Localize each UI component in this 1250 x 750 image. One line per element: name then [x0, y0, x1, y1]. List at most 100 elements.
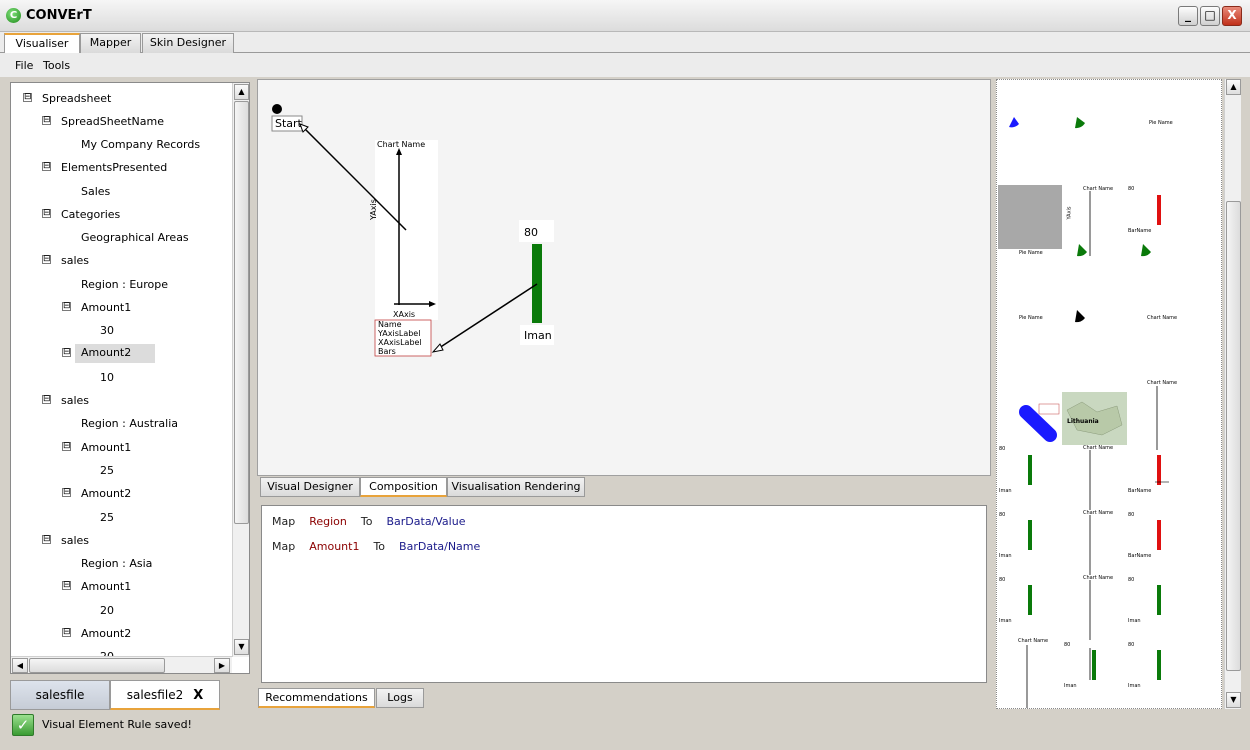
collapse-icon[interactable]: ⊟ — [62, 302, 71, 311]
menu-tools[interactable]: Tools — [43, 59, 70, 72]
menu-file[interactable]: File — [15, 59, 33, 72]
preview-vertical-scrollbar[interactable]: ▲ ▼ — [1224, 79, 1241, 709]
scrollbar-thumb[interactable] — [234, 101, 249, 524]
tree-node[interactable]: ⊟ sales — [42, 251, 222, 271]
tree-node[interactable]: ⊟ Amount2 — [62, 484, 232, 504]
visual-canvas[interactable]: Start Chart Name YAxis XAxis Name YAxisL… — [257, 79, 991, 476]
minimize-button[interactable]: _ — [1178, 6, 1198, 26]
scroll-down-icon[interactable]: ▼ — [234, 639, 249, 655]
bar-thumb[interactable] — [1157, 455, 1161, 485]
chart-template-background[interactable] — [375, 140, 438, 320]
tab-mapper[interactable]: Mapper — [80, 33, 141, 53]
collapse-icon[interactable]: ⊟ — [62, 488, 71, 497]
file-tab-salesfile2[interactable]: salesfile2 X — [110, 680, 220, 710]
tree-node[interactable]: ⊟ ElementsPresented — [42, 158, 222, 178]
pie-thumb[interactable] — [1075, 310, 1085, 323]
tree-horizontal-scrollbar[interactable]: ◀ ▶ — [11, 656, 232, 673]
collapse-icon[interactable]: ⊟ — [42, 255, 51, 264]
pie-thumb[interactable] — [1141, 244, 1151, 257]
tab-logs[interactable]: Logs — [376, 688, 424, 708]
tree-node[interactable]: 25 — [81, 461, 231, 481]
tree-node[interactable]: ⊟ SpreadSheetName — [42, 112, 222, 132]
tab-visualiser[interactable]: Visualiser — [4, 33, 80, 54]
scroll-down-icon[interactable]: ▼ — [1226, 692, 1241, 708]
bar-thumb[interactable] — [1157, 520, 1161, 550]
bar-thumb[interactable] — [1028, 520, 1032, 550]
tree-node[interactable]: Region : Europe — [62, 275, 232, 295]
tree-node[interactable]: Geographical Areas — [62, 228, 232, 248]
scroll-left-icon[interactable]: ◀ — [12, 658, 28, 673]
tree-node[interactable]: 30 — [81, 321, 231, 341]
mapping-rule[interactable]: Map Amount1 To BarData/Name — [272, 540, 494, 553]
tree-node[interactable]: ⊟ Categories — [42, 205, 222, 225]
tree-node[interactable]: ⊟ sales — [42, 531, 222, 551]
pie-thumb[interactable] — [1009, 117, 1019, 128]
rule-keyword-map: Map — [272, 540, 296, 553]
chart-prop-name: Name — [378, 320, 402, 329]
scroll-up-icon[interactable]: ▲ — [1226, 79, 1241, 95]
close-button[interactable]: X — [1222, 6, 1242, 26]
collapse-icon[interactable]: ⊟ — [42, 209, 51, 218]
close-tab-icon[interactable]: X — [193, 688, 203, 703]
tree-node[interactable]: 20 — [81, 647, 231, 656]
bar-thumb[interactable] — [1028, 585, 1032, 615]
tree-node[interactable]: 10 — [81, 368, 231, 388]
tree-node-selected[interactable]: ⊟ Amount2 — [62, 344, 232, 364]
collapse-icon[interactable]: ⊟ — [62, 581, 71, 590]
scrollbar-thumb[interactable] — [29, 658, 165, 673]
tab-skin-designer[interactable]: Skin Designer — [142, 33, 234, 53]
tab-visualisation-rendering[interactable]: Visualisation Rendering — [447, 477, 585, 497]
bar-thumb[interactable] — [1157, 650, 1161, 680]
bar-rect[interactable] — [532, 244, 542, 323]
tree-node[interactable]: 20 — [81, 601, 231, 621]
collapse-icon[interactable]: ⊟ — [23, 93, 32, 102]
tab-recommendations[interactable]: Recommendations — [258, 688, 375, 708]
tree-node[interactable]: ⊟ Amount1 — [62, 577, 232, 597]
tree-node[interactable]: 25 — [81, 508, 231, 528]
collapse-icon[interactable]: ⊟ — [42, 395, 51, 404]
collapse-icon[interactable]: ⊟ — [62, 348, 71, 357]
tree-node-label: Amount1 — [81, 301, 132, 314]
mapping-rule[interactable]: Map Region To BarData/Value — [272, 515, 479, 528]
tab-visual-designer[interactable]: Visual Designer — [260, 477, 360, 497]
collapse-icon[interactable]: ⊟ — [42, 116, 51, 125]
rule-target[interactable]: BarData/Value — [386, 515, 465, 528]
rule-source[interactable]: Region — [309, 515, 347, 528]
scroll-right-icon[interactable]: ▶ — [214, 658, 230, 673]
thumb-iman: Iman — [999, 618, 1012, 624]
recommendations-preview-panel[interactable]: Pie Name Chart Name 80 BarName Pie Name … — [996, 79, 1222, 709]
bar-thumb[interactable] — [1157, 195, 1161, 225]
collapse-icon[interactable]: ⊟ — [62, 442, 71, 451]
rule-target[interactable]: BarData/Name — [399, 540, 480, 553]
tree-node[interactable]: My Company Records — [62, 135, 232, 155]
pie-thumb[interactable] — [1019, 405, 1057, 442]
tab-composition[interactable]: Composition — [360, 477, 447, 497]
bar-thumb[interactable] — [1092, 650, 1096, 680]
tree-node[interactable]: ⊟ Amount1 — [62, 298, 232, 318]
tree-node[interactable]: ⊟ Amount1 — [62, 438, 232, 458]
file-tab-salesfile[interactable]: salesfile — [10, 680, 110, 710]
collapse-icon[interactable]: ⊟ — [62, 628, 71, 637]
rule-source[interactable]: Amount1 — [309, 540, 359, 553]
tree-node[interactable]: Region : Asia — [62, 554, 232, 574]
image-thumb[interactable] — [998, 185, 1062, 249]
pie-thumb[interactable] — [1077, 244, 1087, 257]
tree-node[interactable]: ⊟ Spreadsheet — [23, 89, 223, 109]
maximize-button[interactable]: □ — [1200, 6, 1220, 26]
tree-node-label: Amount1 — [81, 580, 132, 593]
bar-thumb[interactable] — [1157, 585, 1161, 615]
thumb-label-80: 80 — [1128, 512, 1135, 518]
tree-node[interactable]: Region : Australia — [62, 414, 232, 434]
tree-node[interactable]: ⊟ sales — [42, 391, 222, 411]
collapse-icon[interactable]: ⊟ — [42, 162, 51, 171]
tree-vertical-scrollbar[interactable]: ▲ ▼ — [232, 83, 249, 657]
tree-node-label: SpreadSheetName — [61, 115, 164, 128]
scrollbar-thumb[interactable] — [1226, 201, 1241, 671]
bar-thumb[interactable] — [1028, 455, 1032, 485]
scroll-up-icon[interactable]: ▲ — [234, 84, 249, 100]
start-node-dot[interactable] — [272, 104, 282, 114]
pie-thumb[interactable] — [1075, 117, 1085, 129]
tree-node[interactable]: ⊟ Amount2 — [62, 624, 232, 644]
collapse-icon[interactable]: ⊟ — [42, 535, 51, 544]
tree-node[interactable]: Sales — [62, 182, 232, 202]
